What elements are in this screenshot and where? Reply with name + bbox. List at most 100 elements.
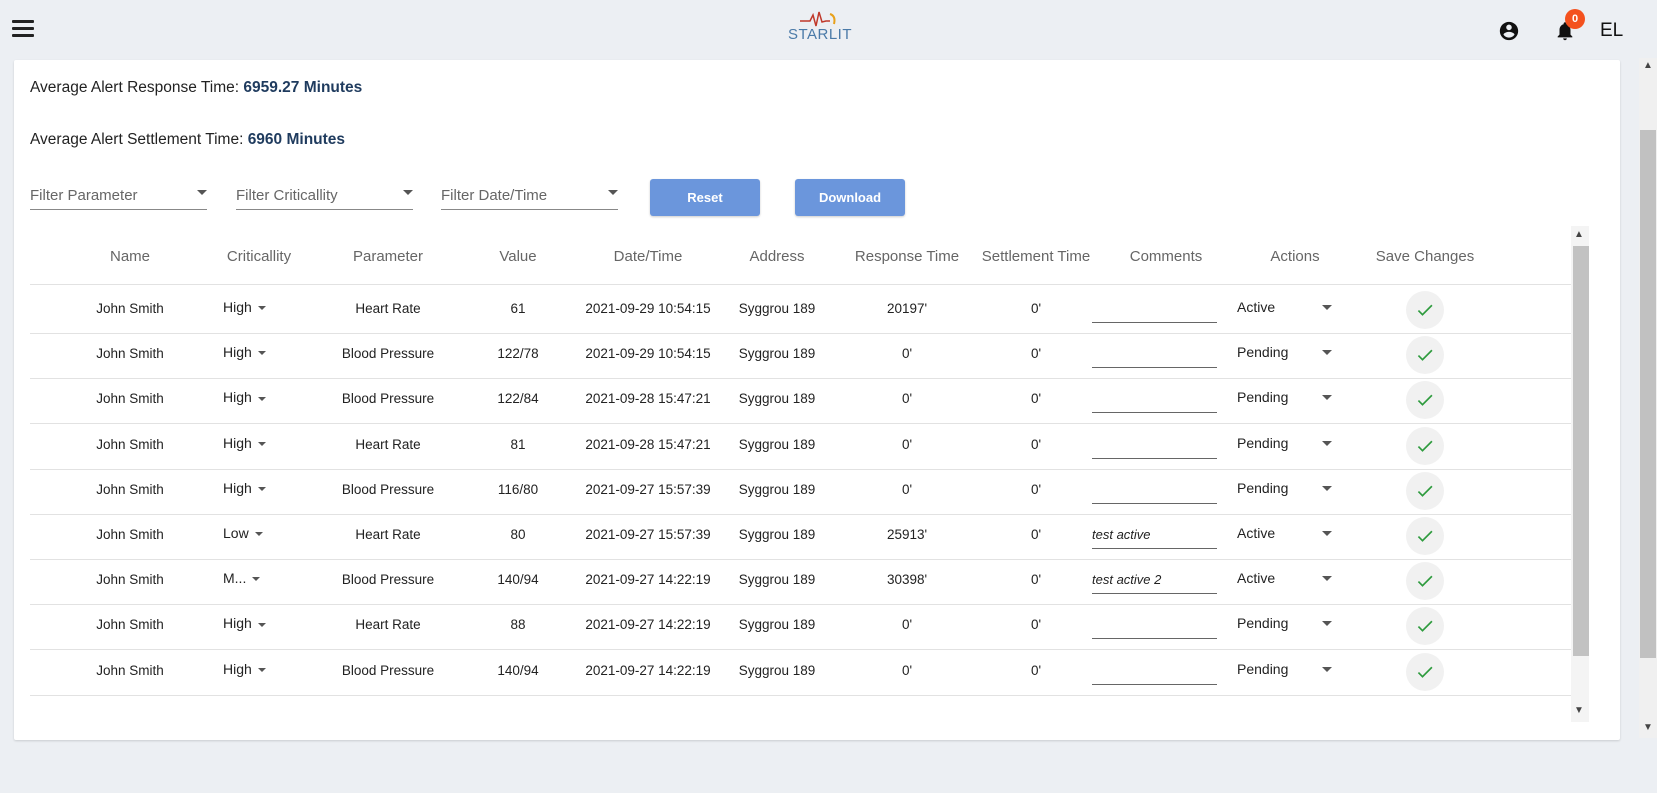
save-changes-button[interactable] xyxy=(1406,517,1444,555)
comment-input[interactable] xyxy=(1092,343,1217,369)
cell-name: John Smith xyxy=(96,436,164,452)
filter-parameter-label: Filter Parameter xyxy=(30,187,138,204)
filter-criticality-label: Filter Criticallity xyxy=(236,187,338,204)
check-icon xyxy=(1417,395,1433,407)
save-changes-button[interactable] xyxy=(1406,562,1444,601)
cell-response: 0' xyxy=(901,662,913,678)
save-changes-button[interactable] xyxy=(1406,607,1444,646)
action-select[interactable]: Pending xyxy=(1237,344,1332,360)
cell-name: John Smith xyxy=(96,572,164,588)
comment-input[interactable]: test active 2 xyxy=(1092,569,1217,595)
action-select[interactable]: Pending xyxy=(1237,615,1332,631)
table-scrollbar-thumb[interactable] xyxy=(1573,246,1589,656)
language-switch[interactable]: EL xyxy=(1600,20,1623,42)
cell-response: 20197' xyxy=(886,301,928,316)
save-changes-button[interactable] xyxy=(1406,291,1444,329)
table-row: John Smith Heart Rate 88 2021-09-27 14:22:1… xyxy=(30,602,1588,651)
check-icon xyxy=(1417,666,1433,678)
cell-address: Syggrou 189 xyxy=(738,662,816,678)
action-select[interactable]: Active xyxy=(1237,525,1332,541)
chevron-down-icon xyxy=(1322,576,1332,582)
save-changes-button[interactable] xyxy=(1406,426,1444,465)
filter-datetime-select[interactable]: Filter Date/Time xyxy=(441,184,618,210)
comment-input[interactable] xyxy=(1092,479,1217,504)
cell-address: Syggrou 189 xyxy=(738,527,816,542)
action-select[interactable]: Active xyxy=(1237,299,1332,315)
criticality-select[interactable]: High xyxy=(223,344,266,360)
action-value: Pending xyxy=(1237,389,1289,406)
cell-settlement: 0' xyxy=(1030,346,1042,362)
criticality-value: High xyxy=(223,389,252,406)
cell-response: 0' xyxy=(901,481,913,497)
criticality-select[interactable]: M... xyxy=(223,570,261,586)
action-select[interactable]: Pending xyxy=(1237,480,1332,496)
comment-input[interactable]: test active xyxy=(1092,524,1217,549)
criticality-select[interactable]: High xyxy=(223,661,266,677)
criticality-select[interactable]: Low xyxy=(223,525,263,541)
save-changes-button[interactable] xyxy=(1406,471,1444,510)
cell-parameter: Blood Pressure xyxy=(341,346,435,362)
cell-value: 140/94 xyxy=(497,662,539,678)
save-changes-button[interactable] xyxy=(1406,381,1444,420)
download-button[interactable]: Download xyxy=(795,179,905,216)
filter-parameter-select[interactable]: Filter Parameter xyxy=(30,184,207,210)
action-value: Pending xyxy=(1237,344,1289,361)
menu-icon[interactable] xyxy=(12,20,34,38)
scroll-down-icon[interactable]: ▼ xyxy=(1574,705,1584,716)
cell-parameter: Blood Pressure xyxy=(341,391,435,407)
chevron-down-icon xyxy=(257,622,266,627)
cell-value: 122/78 xyxy=(497,346,539,362)
cell-settlement: 0' xyxy=(1030,301,1042,316)
comment-input[interactable] xyxy=(1092,614,1217,640)
action-value: Pending xyxy=(1237,434,1289,451)
cell-value: 122/84 xyxy=(497,391,539,407)
reset-button[interactable]: Reset xyxy=(650,179,760,216)
comment-input[interactable] xyxy=(1092,388,1217,414)
comment-input[interactable] xyxy=(1092,434,1217,459)
cell-address: Syggrou 189 xyxy=(738,481,816,497)
check-icon xyxy=(1417,575,1433,588)
save-changes-button[interactable] xyxy=(1406,652,1444,691)
filter-criticality-select[interactable]: Filter Criticallity xyxy=(236,184,413,210)
criticality-select[interactable]: High xyxy=(223,389,266,405)
action-value: Active xyxy=(1237,525,1276,541)
criticality-select[interactable]: High xyxy=(223,480,266,496)
action-select[interactable]: Active xyxy=(1237,570,1332,586)
chevron-down-icon xyxy=(403,190,413,195)
cell-settlement: 0' xyxy=(1030,662,1042,678)
save-changes-button[interactable] xyxy=(1406,336,1444,375)
table-row: John Smith Blood Pressure 122/78 2021-09-29… xyxy=(30,331,1588,380)
chevron-down-icon xyxy=(257,396,266,401)
page-scrollbar-thumb[interactable] xyxy=(1640,130,1656,658)
criticality-value: High xyxy=(223,299,252,315)
action-select[interactable]: Pending xyxy=(1237,389,1332,405)
cell-settlement: 0' xyxy=(1030,436,1042,452)
cell-settlement: 0' xyxy=(1030,527,1042,542)
action-value: Pending xyxy=(1237,479,1289,496)
cell-value: 81 xyxy=(510,436,526,452)
comment-input[interactable] xyxy=(1092,660,1217,685)
criticality-select[interactable]: High xyxy=(223,435,266,451)
chevron-down-icon xyxy=(252,577,261,582)
cell-response: 25913' xyxy=(886,527,928,542)
scroll-up-icon[interactable]: ▲ xyxy=(1574,229,1584,240)
action-select[interactable]: Pending xyxy=(1237,435,1332,451)
comment-input[interactable] xyxy=(1092,298,1217,323)
table-row: John Smith Blood Pressure 140/94 2021-09-27… xyxy=(30,557,1588,606)
cell-settlement: 0' xyxy=(1030,617,1042,633)
cell-value: 61 xyxy=(510,301,526,316)
account-circle-icon[interactable] xyxy=(1498,20,1520,42)
chevron-down-icon xyxy=(257,667,266,672)
criticality-select[interactable]: High xyxy=(223,299,266,315)
action-select[interactable]: Pending xyxy=(1237,661,1332,677)
cell-value: 116/80 xyxy=(497,481,539,497)
chevron-down-icon xyxy=(1322,440,1332,446)
table-row: John Smith Blood Pressure 140/94 2021-09-27… xyxy=(30,648,1588,696)
cell-parameter: Blood Pressure xyxy=(341,572,435,588)
criticality-select[interactable]: High xyxy=(223,615,266,631)
chevron-down-icon xyxy=(254,532,263,537)
cell-address: Syggrou 189 xyxy=(738,346,816,362)
scroll-down-icon[interactable]: ▼ xyxy=(1643,722,1653,733)
cell-datetime: 2021-09-29 10:54:15 xyxy=(585,346,711,362)
scroll-up-icon[interactable]: ▲ xyxy=(1643,60,1653,71)
